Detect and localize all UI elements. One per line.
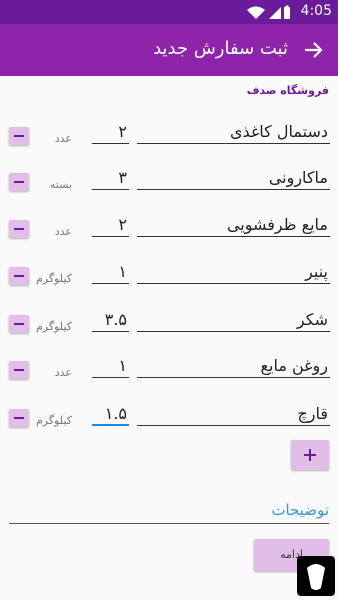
item-unit: عدد — [54, 366, 72, 379]
item-name-input[interactable]: ماکارونی — [137, 166, 330, 190]
add-item-button[interactable] — [291, 440, 329, 470]
remove-item-button[interactable] — [9, 409, 29, 427]
item-name-input[interactable]: قارچ — [137, 402, 330, 426]
status-icons — [247, 5, 290, 19]
page-title: ثبت سفارش جدید — [153, 38, 288, 59]
remove-item-button[interactable] — [9, 127, 29, 145]
signal-icon — [269, 7, 281, 19]
item-name-input[interactable]: شکر — [137, 308, 330, 332]
item-row: کیلوگرم ۳.۵ شکر — [0, 310, 338, 354]
item-row: کیلوگرم ۱ پنیر — [0, 262, 338, 306]
item-unit: عدد — [54, 132, 72, 145]
quantity-input[interactable]: ۲ — [92, 213, 129, 237]
wifi-icon — [247, 6, 265, 19]
item-name-input[interactable]: مایع ظرفشویی — [137, 213, 330, 237]
item-name-input[interactable]: پنیر — [137, 260, 330, 284]
quantity-input[interactable]: ۱ — [92, 354, 129, 378]
item-row: عدد ۲ دستمال کاغذی — [0, 122, 338, 166]
remove-item-button[interactable] — [9, 361, 29, 379]
remove-item-button[interactable] — [9, 267, 29, 285]
item-row: عدد ۲ مایع ظرفشویی — [0, 215, 338, 259]
remove-item-button[interactable] — [9, 220, 29, 238]
item-unit: کیلوگرم — [36, 320, 72, 333]
item-row: عدد ۱ روغن مایع — [0, 356, 338, 400]
status-bar: 4:05 — [0, 0, 338, 24]
quantity-input[interactable]: ۲ — [92, 120, 129, 144]
item-unit: کیلوگرم — [36, 414, 72, 427]
item-unit: کیلوگرم — [36, 272, 72, 285]
item-name-input[interactable]: دستمال کاغذی — [137, 120, 330, 144]
quantity-input[interactable]: ۱.۵ — [92, 402, 129, 426]
status-time: 4:05 — [300, 3, 332, 19]
item-unit: عدد — [54, 225, 72, 238]
bazaar-icon — [307, 564, 325, 590]
description-input[interactable]: توضیحات — [9, 496, 329, 524]
quantity-input[interactable]: ۳ — [92, 166, 129, 190]
battery-icon — [284, 5, 290, 19]
watermark-logo — [297, 556, 335, 596]
item-unit: بسته — [49, 178, 72, 191]
quantity-input[interactable]: ۱ — [92, 260, 129, 284]
back-arrow-icon[interactable] — [298, 35, 328, 65]
item-row: کیلوگرم ۱.۵ قارچ — [0, 404, 338, 448]
remove-item-button[interactable] — [9, 315, 29, 333]
app-bar: ثبت سفارش جدید — [0, 24, 338, 76]
item-name-input[interactable]: روغن مایع — [137, 354, 330, 378]
quantity-input[interactable]: ۳.۵ — [92, 308, 129, 332]
remove-item-button[interactable] — [9, 173, 29, 191]
store-name: فروشگاه صدف — [246, 84, 329, 97]
item-row: بسته ۳ ماکارونی — [0, 168, 338, 212]
